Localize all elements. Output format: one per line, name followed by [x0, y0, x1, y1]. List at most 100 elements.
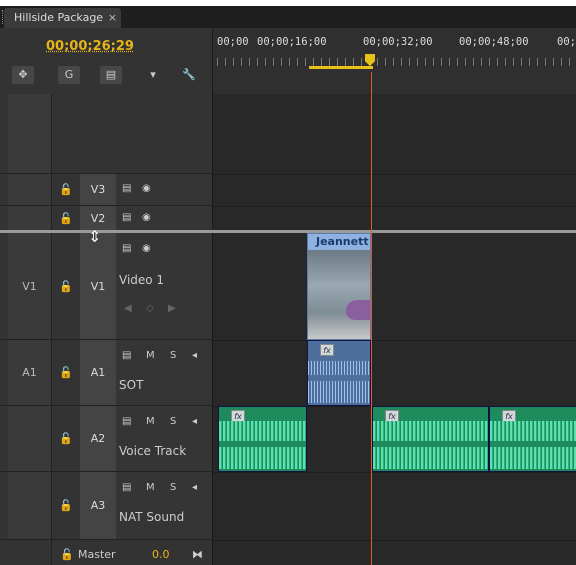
source-patch-empty [8, 206, 52, 231]
lock-icon[interactable]: 🔓 [52, 233, 80, 339]
time-ruler[interactable]: 00;00 00;00;16;00 00;00;32;00 00;00;48;0… [212, 28, 576, 94]
timeline-tracks[interactable]: Jeannett fx fx fx fx [212, 94, 576, 565]
audio-clip-sot[interactable]: fx [307, 340, 371, 406]
timeline-panel: Hillside Package × 00;00;26;29 ✥ G ▤ ▾ 🔧… [0, 6, 576, 565]
add-keyframe-icon[interactable]: ◇ [146, 303, 154, 314]
track-name-a2[interactable]: Voice Track [119, 444, 186, 458]
master-label: Master [78, 548, 116, 561]
source-patch-empty [8, 472, 52, 539]
work-area-bar[interactable] [309, 66, 373, 69]
waveform [219, 447, 306, 469]
sync-lock-icon[interactable]: ▤ [122, 416, 131, 427]
fx-badge-icon: fx [320, 344, 334, 356]
track-controls-a2: ▤ M S ◂ Voice Track [116, 406, 212, 471]
sync-lock-icon[interactable]: ▤ [122, 350, 131, 361]
prev-keyframe-icon[interactable]: ◀ [124, 303, 132, 314]
waveform [219, 421, 306, 441]
waveform [373, 447, 488, 469]
eye-icon[interactable]: ◉ [142, 183, 151, 194]
track-controls-a3: ▤ M S ◂ NAT Sound [116, 472, 212, 539]
lock-icon[interactable]: 🔓 [52, 472, 80, 539]
waveform [373, 421, 488, 441]
ruler-label: 00;00 [217, 36, 249, 48]
audio-clip-voice-2[interactable]: fx [372, 406, 489, 472]
lock-icon[interactable]: 🔓 [52, 174, 80, 205]
track-separator [213, 540, 576, 541]
tab-hillside-package[interactable]: Hillside Package × [4, 8, 122, 28]
speaker-icon[interactable]: ◂ [192, 482, 197, 493]
track-controls-v3: ▤ ◉ [116, 174, 212, 205]
track-target-a2[interactable]: A2 [80, 406, 116, 471]
track-name-a1[interactable]: SOT [119, 378, 143, 392]
audio-clip-voice-3[interactable]: fx [489, 406, 576, 472]
track-controls-v1: ▤ ◉ Video 1 ◀ ◇ ▶ [116, 233, 212, 339]
track-separator [213, 206, 576, 207]
waveform [490, 447, 576, 469]
source-patch-v1[interactable]: V1 [8, 233, 52, 339]
sync-lock-icon[interactable]: ▤ [122, 243, 131, 254]
sync-lock-icon[interactable]: ▤ [122, 482, 131, 493]
track-separator [213, 340, 576, 341]
track-name-v1[interactable]: Video 1 [119, 273, 164, 287]
solo-button[interactable]: S [170, 350, 176, 361]
clip-thumbnail [308, 250, 370, 339]
track-header-empty [0, 94, 212, 174]
speaker-icon[interactable]: ◂ [192, 350, 197, 361]
speaker-icon[interactable]: ◂ [192, 416, 197, 427]
lock-icon[interactable]: 🔓 [52, 340, 80, 405]
solo-button[interactable]: S [170, 482, 176, 493]
track-header-v2: 🔓 V2 ▤ ◉ [0, 206, 212, 232]
waveform [308, 361, 370, 375]
lock-icon[interactable]: 🔓 [52, 406, 80, 471]
playhead-timecode[interactable]: 00;00;26;29 [46, 39, 134, 54]
audio-clip-voice-1[interactable]: fx [218, 406, 307, 472]
track-controls-v2: ▤ ◉ [116, 206, 212, 231]
ruler-label: 00;0 [557, 36, 576, 48]
track-name-a3[interactable]: NAT Sound [119, 510, 184, 524]
clip-title: Jeannett [308, 234, 370, 250]
track-header-a2: 🔓 A2 ▤ M S ◂ Voice Track [0, 406, 212, 472]
lock-icon[interactable]: 🔓 [60, 548, 74, 561]
track-controls-a1: ▤ M S ◂ SOT [116, 340, 212, 405]
source-column-empty [8, 94, 52, 173]
sync-lock-icon[interactable]: ▤ [122, 183, 131, 194]
track-header-v1: V1 🔓 V1 ▤ ◉ Video 1 ◀ ◇ ▶ [0, 233, 212, 340]
wrench-icon[interactable]: 🔧 [178, 66, 200, 84]
solo-button[interactable]: S [170, 416, 176, 427]
add-marker-icon[interactable]: ▾ [142, 66, 164, 84]
track-target-v1[interactable]: V1 [80, 233, 116, 339]
master-link-icon[interactable]: ⧓ [192, 548, 203, 561]
waveform [490, 421, 576, 441]
source-patch-a1[interactable]: A1 [8, 340, 52, 405]
mute-button[interactable]: M [146, 416, 155, 427]
ruler-label: 00;00;16;00 [257, 36, 327, 48]
mute-button[interactable]: M [146, 482, 155, 493]
sync-lock-icon[interactable]: ▤ [122, 212, 131, 223]
track-column-empty [80, 94, 116, 173]
track-header-v3: 🔓 V3 ▤ ◉ [0, 174, 212, 206]
ruler-label: 00;00;48;00 [459, 36, 529, 48]
track-target-a3[interactable]: A3 [80, 472, 116, 539]
linked-selection-icon[interactable]: G [58, 66, 80, 84]
ruler-label: 00;00;32;00 [363, 36, 433, 48]
eye-icon[interactable]: ◉ [142, 212, 151, 223]
next-keyframe-icon[interactable]: ▶ [168, 303, 176, 314]
track-separator [213, 174, 576, 175]
track-header-a1: A1 🔓 A1 ▤ M S ◂ SOT [0, 340, 212, 406]
playhead-line[interactable] [371, 72, 372, 565]
track-target-a1[interactable]: A1 [80, 340, 116, 405]
snap-icon[interactable]: ✥ [12, 66, 34, 84]
video-clip-jeannett[interactable]: Jeannett [307, 233, 371, 340]
master-volume-value[interactable]: 0.0 [152, 548, 170, 561]
lock-icon[interactable]: 🔓 [52, 206, 80, 231]
source-patch-empty [8, 540, 52, 565]
mute-button[interactable]: M [146, 350, 155, 361]
track-target-v3[interactable]: V3 [80, 174, 116, 205]
eye-icon[interactable]: ◉ [142, 243, 151, 254]
tab-close-icon[interactable]: × [108, 8, 117, 28]
track-header-a3: 🔓 A3 ▤ M S ◂ NAT Sound [0, 472, 212, 540]
source-patch-empty [8, 406, 52, 471]
track-separator [213, 472, 576, 473]
timeline-markers-icon[interactable]: ▤ [100, 66, 122, 84]
video-audio-divider[interactable] [0, 230, 576, 233]
